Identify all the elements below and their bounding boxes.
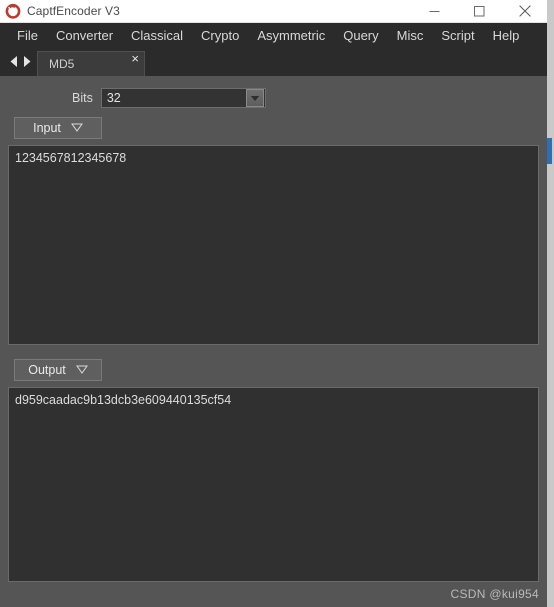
application-window: CaptfEncoder V3 File Converter Classical…	[0, 0, 547, 607]
output-section-label: Output	[28, 363, 66, 377]
bits-selected-value: 32	[106, 91, 121, 105]
tab-md5[interactable]: MD5 ×	[37, 51, 145, 76]
chevron-down-icon[interactable]	[245, 89, 264, 107]
tab-close-icon[interactable]: ×	[131, 52, 139, 65]
menu-item-help[interactable]: Help	[484, 25, 529, 46]
chevron-left-icon[interactable]	[9, 55, 19, 68]
watermark: CSDN @kui954	[450, 587, 539, 601]
menu-item-file[interactable]: File	[8, 25, 47, 46]
window-title: CaptfEncoder V3	[27, 4, 120, 18]
menu-bar: File Converter Classical Crypto Asymmetr…	[0, 23, 547, 47]
menu-item-crypto[interactable]: Crypto	[192, 25, 248, 46]
menu-item-script[interactable]: Script	[432, 25, 483, 46]
triangle-down-icon[interactable]	[70, 119, 83, 137]
triangle-down-icon[interactable]	[75, 361, 88, 379]
menu-item-misc[interactable]: Misc	[388, 25, 433, 46]
maximize-button[interactable]	[457, 0, 502, 22]
menu-item-asymmetric[interactable]: Asymmetric	[248, 25, 334, 46]
bits-combobox[interactable]: 32	[100, 88, 266, 108]
minimize-button[interactable]	[412, 0, 457, 22]
input-section-label: Input	[33, 121, 61, 135]
background-page-scrollbar-track[interactable]	[546, 0, 554, 607]
bits-label: Bits	[72, 91, 93, 105]
output-textarea[interactable]: d959caadac9b13dcb3e609440135cf54	[8, 387, 539, 582]
captf-ring-icon	[5, 3, 21, 19]
chevron-right-icon[interactable]	[22, 55, 32, 68]
tab-label: MD5	[49, 57, 75, 71]
output-section-button[interactable]: Output	[14, 359, 102, 381]
bits-row: Bits 32	[0, 88, 547, 108]
content-panel: Bits 32 Input 1234567812345678 Output d9…	[0, 76, 547, 607]
menu-item-classical[interactable]: Classical	[122, 25, 192, 46]
close-button[interactable]	[502, 0, 547, 22]
input-section-button[interactable]: Input	[14, 117, 102, 139]
tab-strip: MD5 ×	[0, 47, 547, 76]
input-textarea[interactable]: 1234567812345678	[8, 145, 539, 345]
menu-item-converter[interactable]: Converter	[47, 25, 122, 46]
menu-item-query[interactable]: Query	[334, 25, 387, 46]
title-bar[interactable]: CaptfEncoder V3	[0, 0, 547, 23]
tab-navigation	[6, 47, 37, 76]
